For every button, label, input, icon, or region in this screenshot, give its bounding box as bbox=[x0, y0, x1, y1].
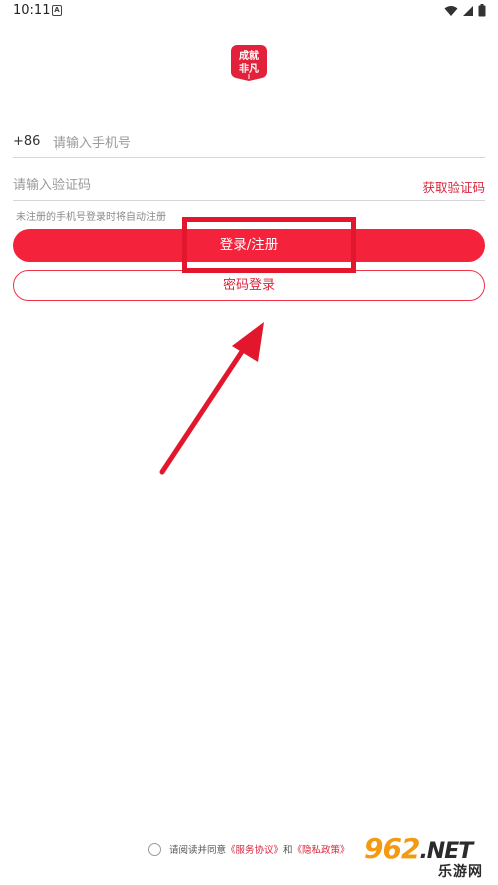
notification-icon: A bbox=[52, 5, 62, 16]
status-time: 10:11 bbox=[13, 3, 51, 18]
logo-line1: 成就 bbox=[239, 49, 259, 62]
phone-input[interactable] bbox=[53, 130, 473, 156]
verification-code-input[interactable] bbox=[13, 172, 373, 198]
logo-line2: 非凡 bbox=[239, 62, 259, 75]
status-icons bbox=[444, 4, 486, 17]
login-register-button[interactable]: 登录/注册 bbox=[13, 229, 485, 262]
agreement-prefix: 请阅读并同意 bbox=[169, 845, 227, 856]
phone-row: +86 bbox=[13, 130, 485, 158]
password-login-button[interactable]: 密码登录 bbox=[13, 270, 485, 301]
get-code-button[interactable]: 获取验证码 bbox=[422, 177, 485, 196]
country-code[interactable]: +86 bbox=[13, 134, 40, 149]
agreement-and: 和 bbox=[283, 845, 293, 856]
wifi-icon bbox=[444, 5, 458, 16]
agreement-row: 请阅读并同意 《服务协议》 和 《隐私政策》 bbox=[148, 841, 350, 857]
watermark-subtitle: 乐游网 bbox=[438, 864, 483, 880]
status-bar: 10:11 A bbox=[0, 0, 498, 22]
service-agreement-link[interactable]: 《服务协议》 bbox=[226, 842, 283, 856]
battery-icon bbox=[478, 4, 486, 17]
signal-icon bbox=[463, 5, 473, 16]
code-row: 获取验证码 bbox=[13, 172, 485, 201]
watermark: 962.NET 乐游网 bbox=[360, 830, 492, 882]
privacy-policy-link[interactable]: 《隐私政策》 bbox=[293, 842, 350, 856]
agreement-checkbox[interactable] bbox=[148, 842, 161, 856]
auto-register-hint: 未注册的手机号登录时将自动注册 bbox=[16, 212, 166, 223]
app-logo: 成就 非凡 bbox=[231, 45, 267, 81]
